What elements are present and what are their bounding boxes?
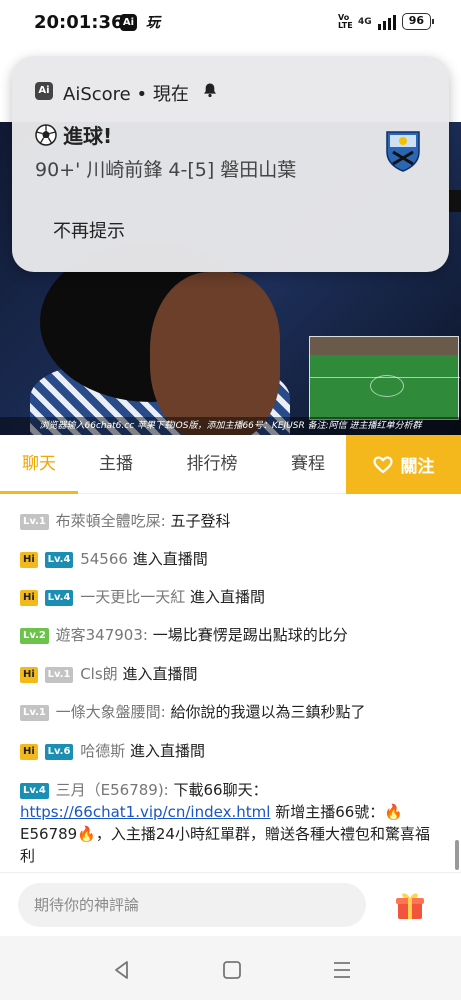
hi-badge: Hi (20, 744, 38, 760)
hi-badge: Hi (20, 590, 38, 606)
soccer-ball-icon (35, 123, 57, 146)
chat-text: 進入直播間 (132, 550, 208, 568)
chat-username[interactable]: 三月（E56789): (56, 781, 169, 799)
chat-list[interactable]: Lv.1 布萊頓全體吃屎: 五子登科 Hi Lv.4 54566 進入直播間 H… (0, 494, 461, 872)
chat-message: Hi Lv.4 一天更比一天紅 進入直播間 (20, 586, 440, 608)
tab-chat[interactable]: 聊天 (0, 435, 78, 494)
team-crest-logo (386, 131, 420, 172)
network-type: 4G (358, 16, 372, 27)
chat-text: 新增主播66號：🔥 (275, 803, 403, 821)
notification-separator: • (136, 84, 148, 105)
notification-body: 90+' 川崎前鋒 4-[5] 磐田山葉 (35, 159, 297, 181)
video-marquee: 浏览器输入66chat6.cc 苹果下载IOS版，添加主播66号：KEJUSR … (0, 417, 461, 435)
notification-title: 進球! (35, 120, 112, 149)
aiscore-app-icon: Ai (35, 82, 53, 100)
player-face (150, 272, 280, 435)
tab-bar: 聊天 主播 排行榜 賽程 關注 (0, 435, 461, 494)
chat-username[interactable]: Cls朗 (80, 665, 117, 683)
chat-username[interactable]: 54566 (80, 550, 128, 568)
game-status-icon: 玩 (146, 15, 160, 31)
home-icon[interactable] (220, 958, 244, 982)
chat-text: E56789🔥，入主播24小時紅單群，贈送各種大禮包和驚喜福利 (20, 825, 430, 865)
chat-text: 五子登科 (170, 512, 231, 530)
chat-text: 進入直播間 (122, 665, 198, 683)
level-badge: Lv.4 (44, 552, 74, 568)
battery-icon: 96 (401, 13, 435, 30)
follow-label: 關注 (400, 457, 435, 477)
level-badge: Lv.1 (20, 705, 49, 721)
goal-notification[interactable]: Ai AiScore • 現在 進球! 90+' 川崎前鋒 4-[5] 磐田山葉… (12, 56, 449, 272)
chat-message: Hi Lv.1 Cls朗 進入直播間 (20, 663, 440, 685)
menu-icon[interactable] (330, 958, 354, 982)
pip-pitch-view (309, 336, 460, 420)
notification-app-name: AiScore (63, 84, 131, 105)
chat-username[interactable]: 布萊頓全體吃屎: (56, 512, 166, 530)
chat-message: Hi Lv.4 54566 進入直播間 (20, 548, 440, 570)
level-badge: Lv.4 (44, 590, 74, 606)
aiscore-status-icon: Ai (120, 14, 137, 31)
hi-badge: Hi (20, 667, 38, 683)
chat-message: Lv.4 三月（E56789): 下載66聊天： https://66chat1… (20, 779, 440, 867)
chat-username[interactable]: 遊客347903: (56, 626, 148, 644)
tab-anchor[interactable]: 主播 (78, 435, 154, 494)
video-corner-badge (447, 190, 461, 212)
back-icon[interactable] (110, 958, 134, 982)
status-indicators: Vo LTE 4G 96 (338, 12, 435, 30)
notification-title-text: 進球! (63, 124, 113, 148)
heart-icon (372, 455, 393, 473)
chat-text: 進入直播間 (190, 588, 266, 606)
bell-icon (204, 83, 216, 98)
pitch-center-circle (370, 375, 404, 397)
status-bar: 20:01:36 Ai 玩 Vo LTE 4G 96 (0, 0, 461, 46)
level-badge: Lv.1 (44, 667, 74, 683)
status-time: 20:01:36 (34, 12, 124, 33)
dont-remind-button[interactable]: 不再提示 (53, 217, 125, 243)
notification-time: 現在 (152, 84, 189, 105)
chat-message: Lv.1 布萊頓全體吃屎: 五子登科 (20, 510, 440, 532)
chat-text: 一場比賽愣是踢出點球的比分 (152, 626, 348, 644)
chat-username[interactable]: 一天更比一天紅 (80, 588, 185, 606)
signal-icon (377, 14, 396, 30)
chat-username[interactable]: 哈德斯 (80, 742, 125, 760)
comment-input[interactable] (18, 883, 366, 927)
comment-bar (0, 872, 461, 936)
chat-message: Hi Lv.6 哈德斯 進入直播間 (20, 740, 440, 762)
level-badge: Lv.1 (20, 514, 49, 530)
system-nav-bar (0, 936, 461, 1000)
gift-icon[interactable] (394, 889, 426, 921)
chat-text: 下載66聊天： (173, 781, 268, 799)
volte-icon: Vo LTE (338, 12, 353, 30)
chat-username[interactable]: 一條大象盤腰間: (56, 703, 166, 721)
chat-message: Lv.2 遊客347903: 一場比賽愣是踢出點球的比分 (20, 624, 440, 646)
chat-scrollbar[interactable] (455, 840, 459, 870)
hi-badge: Hi (20, 552, 38, 568)
level-badge: Lv.4 (20, 783, 49, 799)
tab-ranking[interactable]: 排行榜 (168, 435, 256, 494)
chat-link[interactable]: https://66chat1.vip/cn/index.html (20, 803, 270, 821)
chat-text: 給你說的我還以為三鎮秒點了 (170, 703, 366, 721)
notification-header: AiScore • 現在 (63, 80, 189, 106)
chat-text: 進入直播間 (130, 742, 206, 760)
follow-button[interactable]: 關注 (346, 435, 461, 494)
level-badge: Lv.6 (44, 744, 74, 760)
chat-message: Lv.1 一條大象盤腰間: 給你說的我還以為三鎮秒點了 (20, 701, 440, 723)
tab-schedule[interactable]: 賽程 (270, 435, 346, 494)
level-badge: Lv.2 (20, 628, 49, 644)
